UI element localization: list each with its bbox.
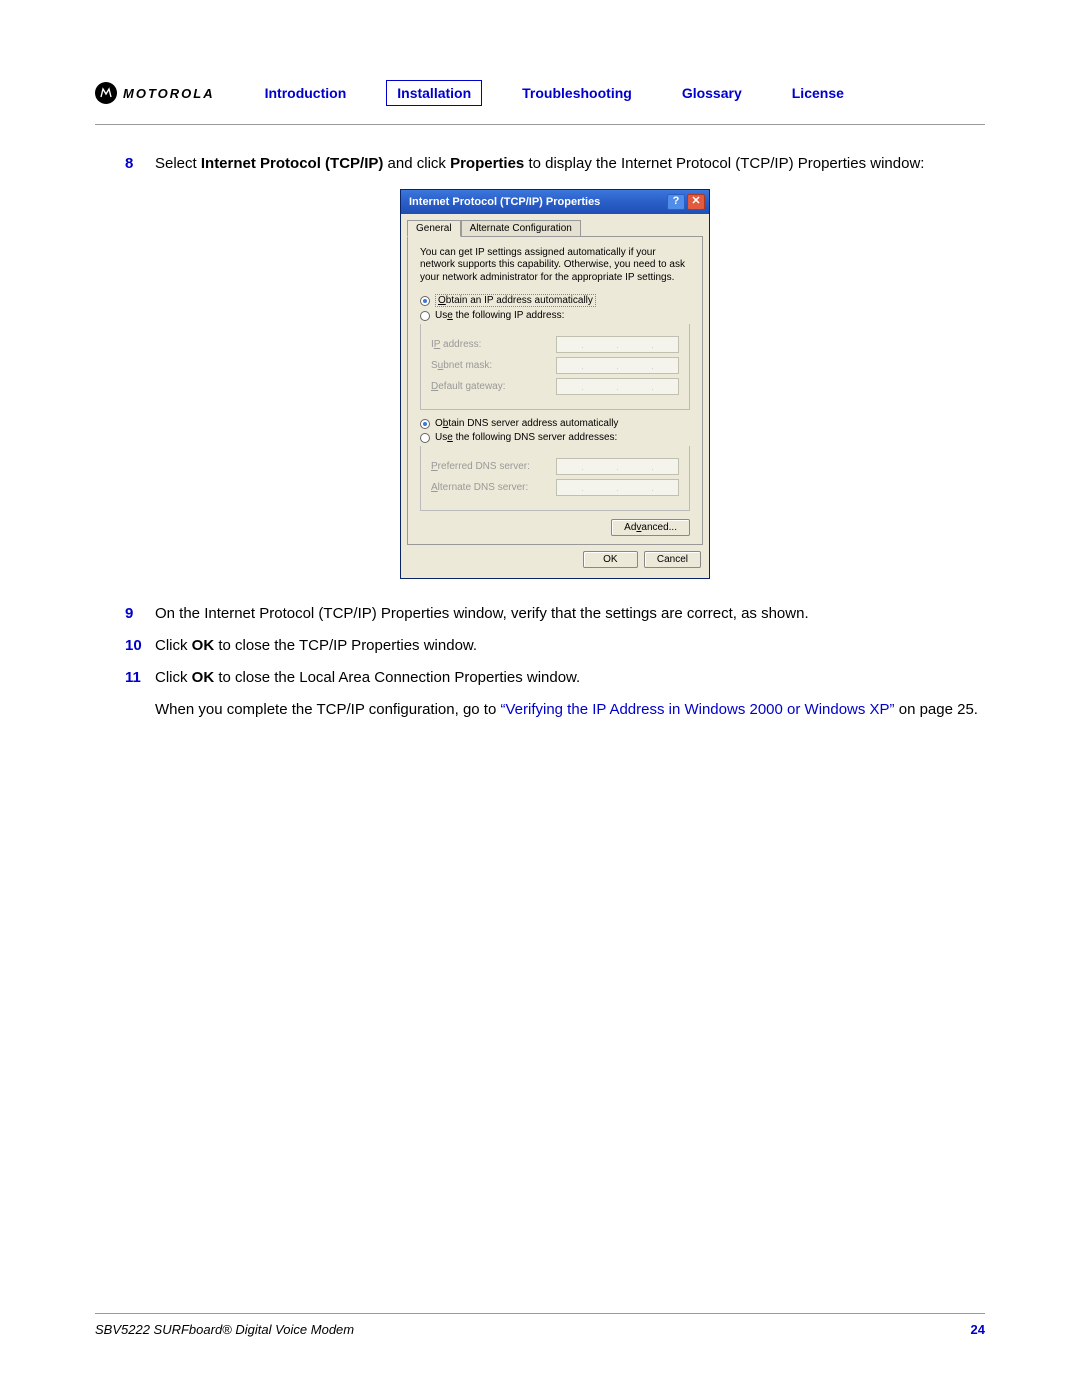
verifying-ip-link[interactable]: “Verifying the IP Address in Windows 200…: [500, 701, 894, 718]
ip-address-label: IP address:: [431, 339, 556, 350]
page-footer: SBV5222 SURFboard® Digital Voice Modem 2…: [95, 1313, 985, 1337]
dialog-titlebar[interactable]: Internet Protocol (TCP/IP) Properties ? …: [401, 190, 709, 214]
radio-icon: [420, 296, 430, 306]
radio-icon: [420, 433, 430, 443]
final-paragraph: When you complete the TCP/IP configurati…: [155, 699, 985, 721]
nav-troubleshooting[interactable]: Troubleshooting: [512, 81, 642, 105]
dialog-description: You can get IP settings assigned automat…: [420, 247, 690, 285]
nav-installation[interactable]: Installation: [386, 80, 482, 106]
step-number: 10: [125, 635, 155, 657]
radio-obtain-ip-auto[interactable]: Obtain an IP address automatically: [420, 294, 690, 307]
step-11: 11 Click OK to close the Local Area Conn…: [125, 667, 985, 689]
ip-fields-group: IP address: ... Subnet mask: ... Default…: [420, 324, 690, 410]
radio-use-following-ip[interactable]: Use the following IP address:: [420, 310, 690, 321]
close-icon[interactable]: ✕: [687, 194, 705, 210]
motorola-icon: [95, 82, 117, 104]
subnet-mask-input: ...: [556, 357, 679, 374]
brand-logo: MOTOROLA: [95, 82, 215, 104]
content-area: 8 Select Internet Protocol (TCP/IP) and …: [95, 153, 985, 720]
step-text: On the Internet Protocol (TCP/IP) Proper…: [155, 603, 985, 625]
subnet-mask-label: Subnet mask:: [431, 360, 556, 371]
nav-introduction[interactable]: Introduction: [255, 81, 357, 105]
radio-use-following-dns[interactable]: Use the following DNS server addresses:: [420, 432, 690, 443]
step-8: 8 Select Internet Protocol (TCP/IP) and …: [125, 153, 985, 175]
page-number: 24: [971, 1322, 985, 1337]
preferred-dns-input: ...: [556, 458, 679, 475]
preferred-dns-label: Preferred DNS server:: [431, 461, 556, 472]
alternate-dns-label: Alternate DNS server:: [431, 482, 556, 493]
help-icon[interactable]: ?: [667, 194, 685, 210]
step-number: 11: [125, 667, 155, 689]
dns-fields-group: Preferred DNS server: ... Alternate DNS …: [420, 446, 690, 511]
step-9: 9 On the Internet Protocol (TCP/IP) Prop…: [125, 603, 985, 625]
ok-button[interactable]: OK: [583, 551, 638, 568]
alternate-dns-input: ...: [556, 479, 679, 496]
ip-address-input: ...: [556, 336, 679, 353]
page-header: MOTOROLA Introduction Installation Troub…: [95, 80, 985, 125]
radio-icon: [420, 311, 430, 321]
step-number: 8: [125, 153, 155, 175]
nav-license[interactable]: License: [782, 81, 854, 105]
footer-product-name: SBV5222 SURFboard® Digital Voice Modem: [95, 1322, 354, 1337]
step-number: 9: [125, 603, 155, 625]
default-gateway-label: Default gateway:: [431, 381, 556, 392]
cancel-button[interactable]: Cancel: [644, 551, 701, 568]
tab-general[interactable]: General: [407, 220, 461, 237]
step-text: Select Internet Protocol (TCP/IP) and cl…: [155, 153, 985, 175]
default-gateway-input: ...: [556, 378, 679, 395]
step-10: 10 Click OK to close the TCP/IP Properti…: [125, 635, 985, 657]
radio-obtain-dns-auto[interactable]: Obtain DNS server address automatically: [420, 418, 690, 429]
tcpip-properties-dialog: Internet Protocol (TCP/IP) Properties ? …: [400, 189, 710, 580]
step-text: Click OK to close the TCP/IP Properties …: [155, 635, 985, 657]
dialog-title: Internet Protocol (TCP/IP) Properties: [409, 196, 600, 208]
radio-icon: [420, 419, 430, 429]
brand-name: MOTOROLA: [123, 86, 215, 101]
nav-glossary[interactable]: Glossary: [672, 81, 752, 105]
advanced-button[interactable]: Advanced...: [611, 519, 690, 536]
step-text: Click OK to close the Local Area Connect…: [155, 667, 985, 689]
tab-alternate-configuration[interactable]: Alternate Configuration: [461, 220, 581, 236]
